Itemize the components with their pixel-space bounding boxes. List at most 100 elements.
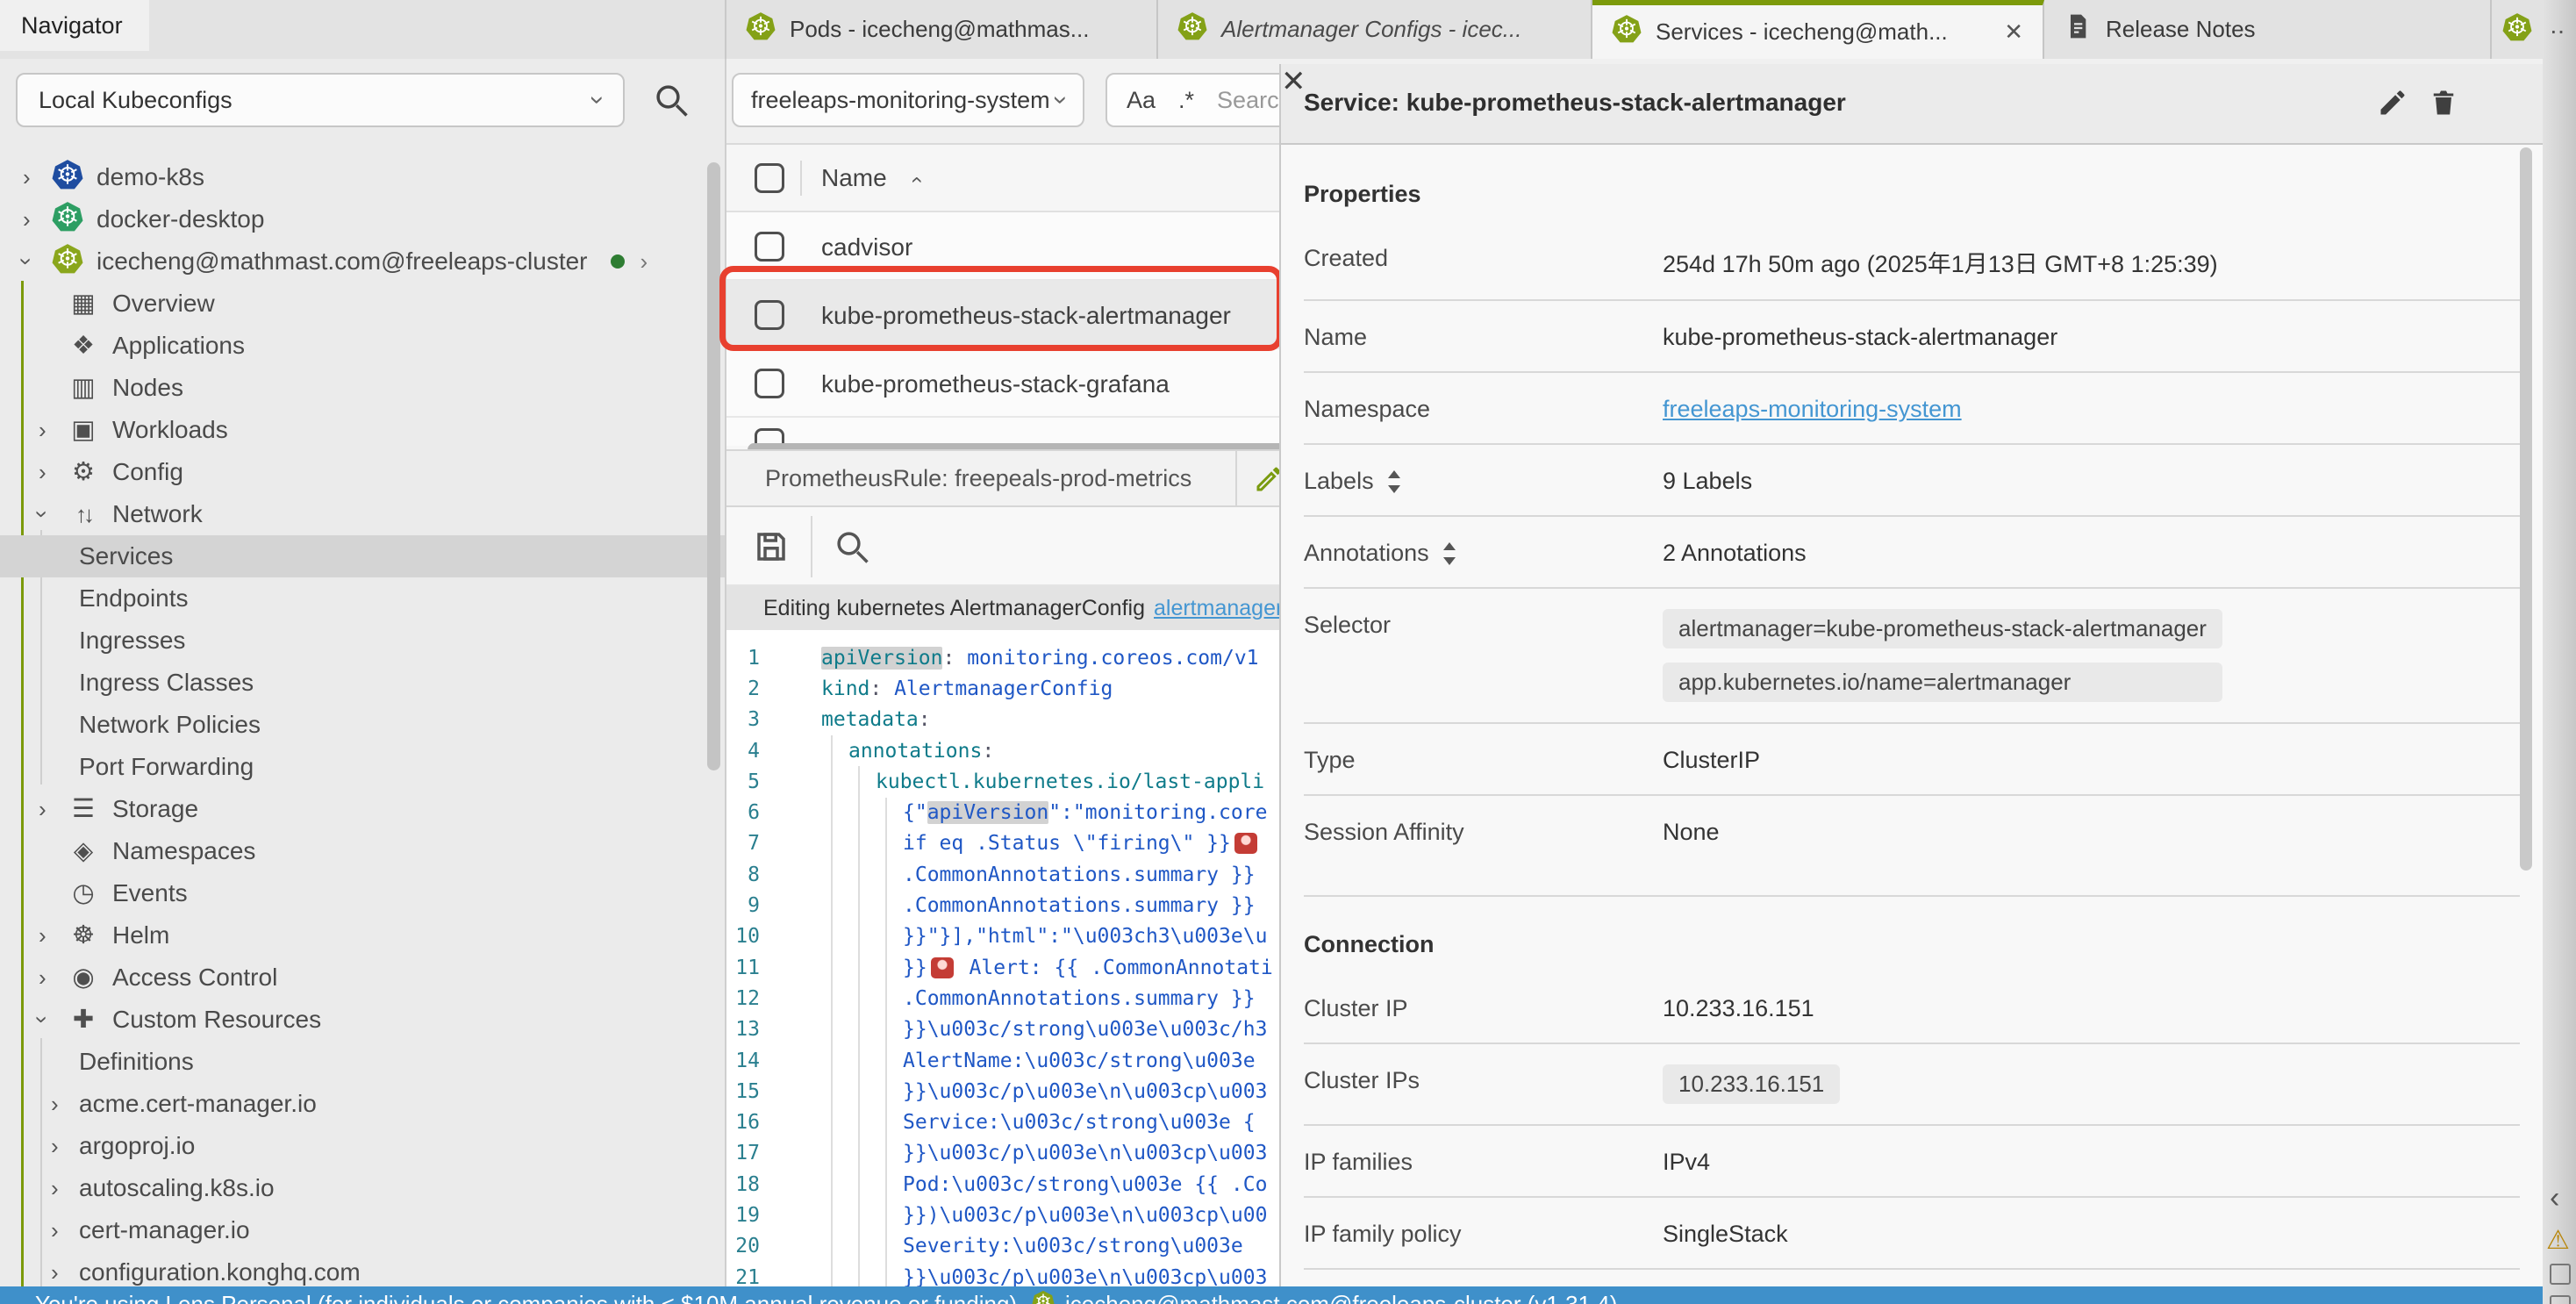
sidebar-item-namespaces[interactable]: ◈Namespaces [0, 830, 726, 872]
sort-toggle-icon[interactable] [1442, 541, 1457, 566]
chevron-right-icon[interactable]: › [51, 1261, 79, 1284]
sidebar-item-nodes[interactable]: ▥Nodes [0, 367, 726, 409]
sidebar-item-definitions[interactable]: Definitions [0, 1041, 726, 1083]
sidebar-item-configuration-konghq-com[interactable]: ›configuration.konghq.com [0, 1251, 726, 1286]
chevron-right-icon[interactable]: › [39, 798, 67, 820]
tab-release-notes[interactable]: Release Notes [2044, 0, 2492, 59]
sidebar-item-ingress-classes[interactable]: Ingress Classes [0, 662, 726, 704]
save-icon[interactable] [753, 528, 790, 565]
active-cluster-status[interactable]: icecheng@mathmast.com@freeleaps-cluster … [1065, 1291, 1617, 1304]
sidebar-item-storage[interactable]: ›☰Storage [0, 788, 726, 830]
sidebar-item-workloads[interactable]: ›▣Workloads [0, 409, 726, 451]
sidebar-item-ingresses[interactable]: Ingresses [0, 620, 726, 662]
tab-partial[interactable] [2492, 0, 2543, 59]
sidebar-item-label: Events [112, 879, 188, 907]
panel-icon[interactable] [2550, 1295, 2571, 1304]
sidebar-item-applications[interactable]: ❖Applications [0, 325, 726, 367]
namespaces-icon: ◈ [67, 839, 100, 864]
sidebar-item-network-policies[interactable]: Network Policies [0, 704, 726, 746]
line-number: 7 [726, 832, 777, 855]
property-row-namespace: Namespacefreeleaps-monitoring-system [1304, 373, 2520, 445]
chevron-right-icon[interactable]: › [23, 208, 51, 231]
dock-tab[interactable]: PrometheusRule: freepeals-prod-metrics [726, 451, 1237, 505]
sidebar-item-network[interactable]: ›↑↓Network [0, 493, 726, 535]
chevron-right-icon[interactable]: › [23, 166, 51, 189]
sidebar-item-services[interactable]: Services [0, 535, 726, 577]
sidebar-item-label: demo-k8s [97, 163, 204, 191]
close-icon[interactable]: ✕ [1281, 65, 1306, 98]
chevron-right-icon[interactable]: › [51, 1177, 79, 1200]
regex-toggle[interactable]: .* [1178, 87, 1194, 114]
editing-resource-link[interactable]: alertmanager [1154, 596, 1283, 621]
cluster-connected-dot [611, 254, 625, 269]
chevron-right-icon[interactable]: › [51, 1093, 79, 1115]
property-value: None [1663, 816, 1720, 846]
row-checkbox[interactable] [755, 369, 784, 398]
code-segment: AlertName:\u003c/strong\u003e [903, 1050, 1256, 1072]
sidebar-scrollbar[interactable] [707, 162, 720, 770]
name-column-header[interactable]: Name [821, 164, 887, 192]
sidebar-item-docker-desktop[interactable]: ›docker-desktop [0, 198, 726, 240]
top-bar: Navigator Pods - icecheng@mathmas...Aler… [0, 0, 2576, 59]
sidebar-item-demo-k8s[interactable]: › demo-k8s [0, 156, 726, 198]
drawer-scrollbar[interactable] [2520, 147, 2532, 871]
property-label: IP families [1304, 1149, 1413, 1176]
chevron-right-icon[interactable]: › [39, 966, 67, 989]
warning-icon[interactable]: ⚠ [2546, 1225, 2570, 1256]
sort-toggle-icon[interactable] [1386, 469, 1402, 494]
search-icon[interactable] [834, 528, 870, 565]
sidebar-item-port-forwarding[interactable]: Port Forwarding [0, 746, 726, 788]
match-case-toggle[interactable]: Aa [1127, 87, 1156, 114]
sidebar-item-autoscaling-k8s-io[interactable]: ›autoscaling.k8s.io [0, 1167, 726, 1209]
close-tab-icon[interactable]: ✕ [1995, 18, 2023, 46]
chevron-right-icon[interactable]: › [39, 461, 67, 484]
row-checkbox[interactable] [755, 232, 784, 262]
row-checkbox[interactable] [755, 300, 784, 330]
panel-icon[interactable] [2550, 1264, 2571, 1285]
sidebar-item-custom-resources[interactable]: ›✚Custom Resources [0, 999, 726, 1041]
sidebar-item-acme-cert-manager-io[interactable]: ›acme.cert-manager.io [0, 1083, 726, 1125]
search-icon[interactable] [653, 82, 690, 118]
chevron-down-icon[interactable]: › [39, 1008, 67, 1031]
sidebar-item-icecheng-mathmast-com-freeleaps-cluster[interactable]: ›icecheng@mathmast.com@freeleaps-cluster… [0, 240, 726, 283]
sidebar-item-cert-manager-io[interactable]: ›cert-manager.io [0, 1209, 726, 1251]
sidebar-item-access-control[interactable]: ›◉Access Control [0, 957, 726, 999]
chevron-right-icon[interactable]: › [39, 419, 67, 441]
code-segment: }}\u003c/strong\u003e\u003c/h3 [903, 1018, 1267, 1041]
kubeconfig-select[interactable]: Local Kubeconfigs › [16, 73, 625, 127]
chevron-right-icon[interactable]: › [51, 1219, 79, 1242]
license-notice: You're using Lens Personal (for individu… [35, 1291, 1017, 1304]
sidebar-item-overview[interactable]: ▦Overview [0, 283, 726, 325]
status-bar: You're using Lens Personal (for individu… [0, 1286, 2543, 1304]
sidebar-item-helm[interactable]: ›☸Helm [0, 914, 726, 957]
chevron-right-icon[interactable]: › [51, 1135, 79, 1157]
line-number: 1 [726, 647, 777, 670]
sidebar-item-config[interactable]: ›⚙Config [0, 451, 726, 493]
sidebar-item-label: cert-manager.io [79, 1216, 250, 1244]
select-all-checkbox[interactable] [755, 163, 784, 193]
namespace-select[interactable]: freeleaps-monitoring-system › [732, 73, 1084, 127]
dock-tab-title: PrometheusRule: freepeals-prod-metrics [765, 465, 1191, 492]
delete-icon[interactable] [2428, 87, 2459, 118]
sidebar-item-events[interactable]: ◷Events [0, 872, 726, 914]
sidebar-item-endpoints[interactable]: Endpoints [0, 577, 726, 620]
navigator-tab[interactable]: Navigator [0, 0, 149, 51]
collapse-left-icon[interactable]: ‹ [2550, 1181, 2559, 1215]
tab-alertmanager-configs-icec[interactable]: Alertmanager Configs - icec... [1158, 0, 1592, 59]
edit-icon[interactable] [2377, 87, 2408, 118]
chevron-down-icon[interactable]: › [39, 503, 67, 526]
chevron-right-icon[interactable]: › [39, 924, 67, 947]
code-segment: kind [821, 677, 869, 700]
access-control-icon: ◉ [67, 965, 100, 991]
tab-services-icecheng-math[interactable]: Services - icecheng@math...✕ [1592, 0, 2044, 59]
sidebar-item-argoproj-io[interactable]: ›argoproj.io [0, 1125, 726, 1167]
chevron-right-icon[interactable]: › [640, 250, 648, 273]
code-segment: }}\u003c/p\u003e\n\u003cp\u003 [903, 1266, 1267, 1286]
namespace-link[interactable]: freeleaps-monitoring-system [1663, 393, 1962, 423]
property-label: Session Affinity [1304, 819, 1464, 846]
alarm-emoji [931, 957, 954, 978]
property-row-created: Created254d 17h 50m ago (2025年1月13日 GMT+… [1304, 222, 2520, 301]
chevron-down-icon[interactable]: › [23, 250, 51, 273]
sort-asc-icon[interactable]: › [904, 176, 928, 183]
tab-pods-icecheng-mathmas[interactable]: Pods - icecheng@mathmas... [726, 0, 1158, 59]
